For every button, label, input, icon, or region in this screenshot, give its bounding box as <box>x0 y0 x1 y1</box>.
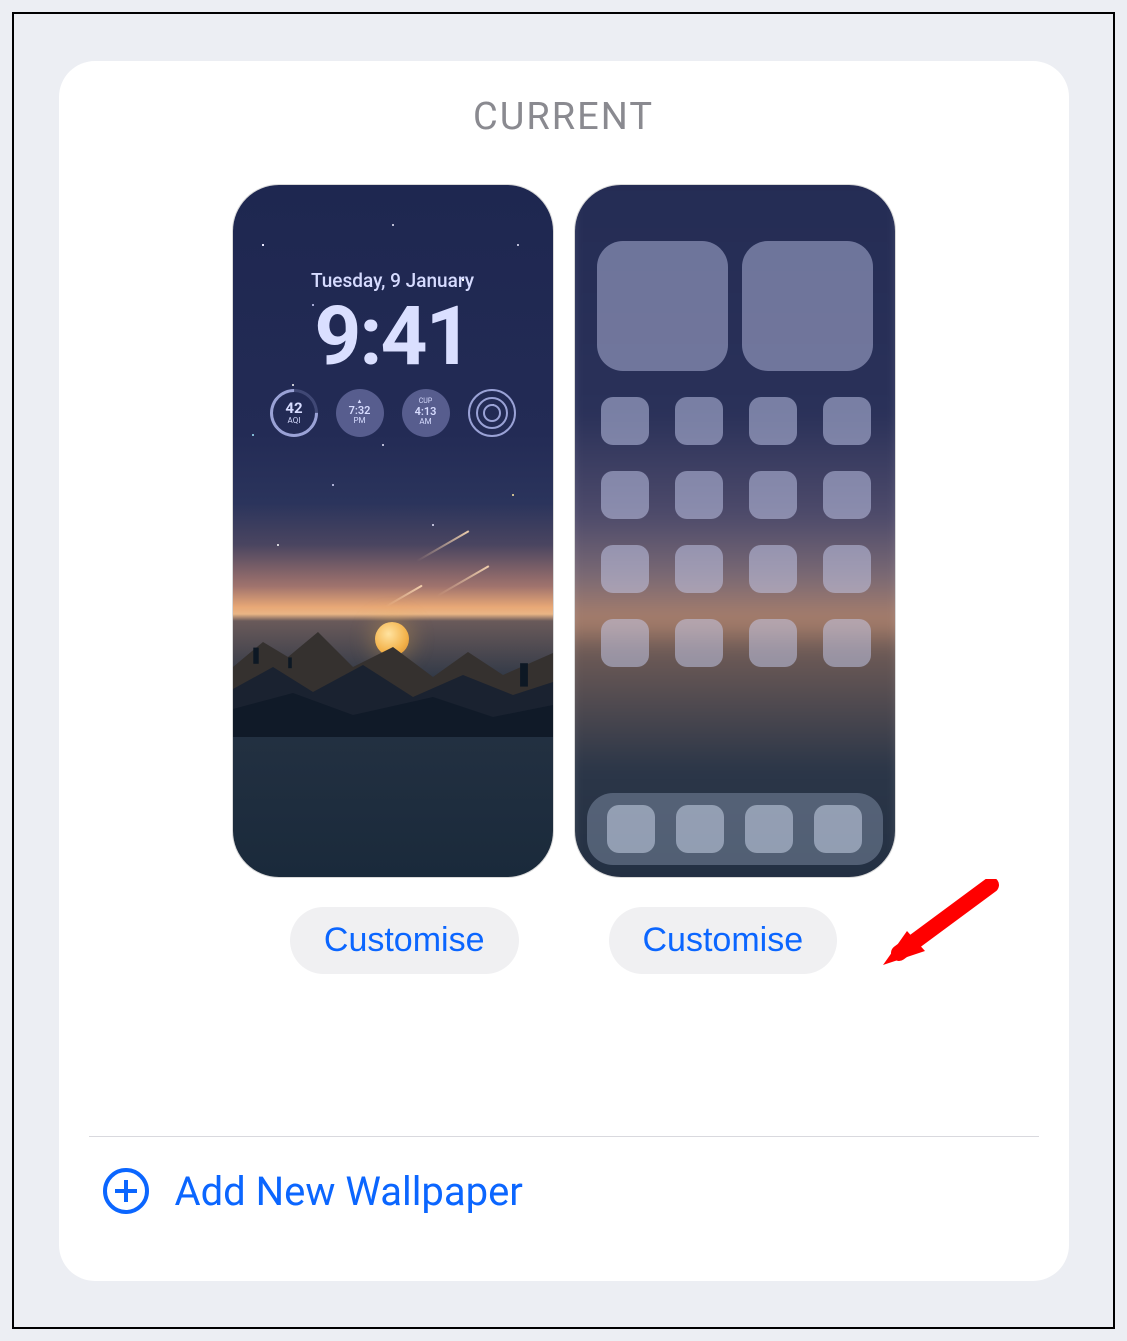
add-new-wallpaper-button[interactable]: Add New Wallpaper <box>103 1168 523 1215</box>
app-icon <box>823 471 871 519</box>
add-wallpaper-label: Add New Wallpaper <box>175 1168 523 1215</box>
app-icon <box>749 397 797 445</box>
app-icon <box>601 545 649 593</box>
app-icon <box>749 471 797 519</box>
home-widget <box>742 241 873 371</box>
customise-buttons-row: Customise Customise <box>109 907 1019 974</box>
aqi-label: AQI <box>287 416 300 425</box>
app-icon <box>823 397 871 445</box>
app-grid <box>601 397 869 667</box>
clock2-period: AM <box>419 418 431 427</box>
app-icon <box>601 397 649 445</box>
app-icon <box>823 545 871 593</box>
app-icon <box>749 545 797 593</box>
app-icon <box>675 619 723 667</box>
customise-lock-button[interactable]: Customise <box>290 907 519 974</box>
customise-home-button[interactable]: Customise <box>609 907 838 974</box>
home-overlay <box>575 185 895 877</box>
home-widget <box>597 241 728 371</box>
section-header-current: CURRENT <box>109 95 1019 139</box>
activity-rings-widget <box>468 389 516 437</box>
home-widgets <box>597 241 873 371</box>
world-clock-widget-2: CUP 4:13 AM <box>402 389 450 437</box>
dock <box>587 793 883 865</box>
aqi-value: 42 <box>285 400 302 417</box>
app-icon <box>601 471 649 519</box>
sun <box>375 622 409 656</box>
dock-app-icon <box>607 805 655 853</box>
app-icon <box>675 471 723 519</box>
lock-screen-preview[interactable]: Tuesday, 9 January 9:41 42 AQI ▲ 7:32 PM <box>233 185 553 877</box>
clock1-period: PM <box>353 417 365 426</box>
world-clock-widget-1: ▲ 7:32 PM <box>336 389 384 437</box>
divider <box>89 1136 1039 1137</box>
aqi-widget: 42 AQI <box>260 379 328 447</box>
dock-app-icon <box>676 805 724 853</box>
lock-time: 9:41 <box>233 289 553 385</box>
tree <box>279 629 299 667</box>
app-icon <box>823 619 871 667</box>
lock-widget-row: 42 AQI ▲ 7:32 PM CUP 4:13 AM <box>233 389 553 437</box>
tree <box>501 603 545 686</box>
dock-app-icon <box>814 805 862 853</box>
home-screen-preview[interactable] <box>575 185 895 877</box>
app-icon <box>675 545 723 593</box>
dock-app-icon <box>745 805 793 853</box>
wallpaper-settings-card: CURRENT Tuesday, 9 January 9:4 <box>59 61 1069 1281</box>
app-icon <box>749 619 797 667</box>
outer-frame: CURRENT Tuesday, 9 January 9:4 <box>12 12 1115 1329</box>
app-icon <box>675 397 723 445</box>
app-icon <box>601 619 649 667</box>
plus-circle-icon <box>103 1168 149 1214</box>
tree <box>240 606 271 664</box>
wallpaper-previews: Tuesday, 9 January 9:41 42 AQI ▲ 7:32 PM <box>109 185 1019 877</box>
